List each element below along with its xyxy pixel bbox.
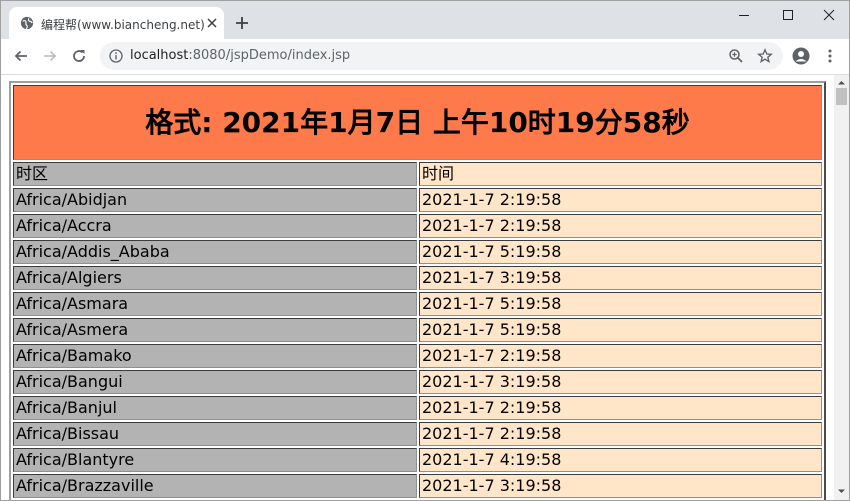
time-cell: 2021-1-7 3:19:58	[419, 370, 822, 394]
star-icon[interactable]	[757, 48, 773, 64]
url-path: :8080/jspDemo/index.jsp	[188, 48, 351, 63]
timezone-cell: Africa/Brazzaville	[13, 474, 417, 498]
maximize-icon[interactable]	[780, 7, 796, 23]
time-cell: 2021-1-7 5:19:58	[419, 292, 822, 316]
browser-tab[interactable]: 编程帮(www.biancheng.net)	[9, 7, 224, 39]
kebab-menu-icon[interactable]	[822, 48, 838, 64]
timezone-cell: Africa/Abidjan	[13, 188, 417, 212]
table-row: Africa/Addis_Ababa 2021-1-7 5:19:58	[13, 240, 822, 264]
time-cell: 2021-1-7 5:19:58	[419, 318, 822, 342]
timezone-cell: Africa/Banjul	[13, 396, 417, 420]
time-cell: 2021-1-7 3:19:58	[419, 266, 822, 290]
vertical-scrollbar[interactable]	[834, 75, 849, 500]
heading-row: 格式: 2021年1月7日 上午10时19分58秒	[13, 85, 822, 160]
page-viewport: 格式: 2021年1月7日 上午10时19分58秒 时区 时间 Africa/A…	[1, 75, 849, 500]
info-icon[interactable]	[109, 49, 123, 63]
table-row: Africa/Algiers 2021-1-7 3:19:58	[13, 266, 822, 290]
timezone-table: 格式: 2021年1月7日 上午10时19分58秒 时区 时间 Africa/A…	[9, 81, 826, 500]
table-row: Africa/Bissau 2021-1-7 2:19:58	[13, 422, 822, 446]
table-row: Africa/Brazzaville 2021-1-7 3:19:58	[13, 474, 822, 498]
globe-icon	[20, 16, 34, 30]
timezone-cell: Africa/Bamako	[13, 344, 417, 368]
url-text[interactable]: localhost:8080/jspDemo/index.jsp	[130, 48, 350, 63]
time-cell: 2021-1-7 5:19:58	[419, 240, 822, 264]
column-header-time: 时间	[419, 162, 822, 186]
table-row: Africa/Bamako 2021-1-7 2:19:58	[13, 344, 822, 368]
timezone-cell: Africa/Blantyre	[13, 448, 417, 472]
timezone-cell: Africa/Asmera	[13, 318, 417, 342]
time-cell: 2021-1-7 2:19:58	[419, 422, 822, 446]
table-row: Africa/Banjul 2021-1-7 2:19:58	[13, 396, 822, 420]
table-header-row: 时区 时间	[13, 162, 822, 186]
address-bar[interactable]: localhost:8080/jspDemo/index.jsp	[100, 42, 783, 70]
close-icon[interactable]	[205, 16, 219, 30]
browser-window: 编程帮(www.biancheng.net) localhost:8080/js…	[0, 0, 850, 501]
zoom-icon[interactable]	[728, 48, 744, 64]
time-cell: 2021-1-7 2:19:58	[419, 214, 822, 238]
time-cell: 2021-1-7 4:19:58	[419, 448, 822, 472]
scroll-up-icon[interactable]	[837, 78, 846, 87]
tab-title: 编程帮(www.biancheng.net)	[41, 18, 205, 32]
timezone-cell: Africa/Addis_Ababa	[13, 240, 417, 264]
minimize-icon[interactable]	[736, 7, 752, 23]
timezone-cell: Africa/Accra	[13, 214, 417, 238]
timezone-cell: Africa/Bangui	[13, 370, 417, 394]
column-header-zone: 时区	[13, 162, 417, 186]
timezone-cell: Africa/Algiers	[13, 266, 417, 290]
arrow-left-icon[interactable]	[13, 48, 29, 64]
plus-icon[interactable]	[234, 15, 250, 31]
table-row: Africa/Blantyre 2021-1-7 4:19:58	[13, 448, 822, 472]
table-row: Africa/Asmara 2021-1-7 5:19:58	[13, 292, 822, 316]
account-icon[interactable]	[792, 47, 810, 65]
table-row: Africa/Abidjan 2021-1-7 2:19:58	[13, 188, 822, 212]
page-content: 格式: 2021年1月7日 上午10时19分58秒 时区 时间 Africa/A…	[9, 81, 826, 500]
time-cell: 2021-1-7 2:19:58	[419, 344, 822, 368]
time-cell: 2021-1-7 2:19:58	[419, 188, 822, 212]
scroll-down-icon[interactable]	[837, 487, 846, 496]
window-close-icon[interactable]	[821, 7, 837, 23]
time-cell: 2021-1-7 2:19:58	[419, 396, 822, 420]
scroll-thumb[interactable]	[836, 88, 847, 105]
browser-toolbar: localhost:8080/jspDemo/index.jsp	[1, 39, 849, 75]
timezone-cell: Africa/Bissau	[13, 422, 417, 446]
table-row: Africa/Bangui 2021-1-7 3:19:58	[13, 370, 822, 394]
timezone-cell: Africa/Asmara	[13, 292, 417, 316]
reload-icon[interactable]	[71, 48, 87, 64]
url-host: localhost	[130, 48, 189, 63]
table-row: Africa/Accra 2021-1-7 2:19:58	[13, 214, 822, 238]
arrow-right-icon[interactable]	[42, 48, 58, 64]
page-heading: 格式: 2021年1月7日 上午10时19分58秒	[13, 85, 822, 160]
table-row: Africa/Asmera 2021-1-7 5:19:58	[13, 318, 822, 342]
time-cell: 2021-1-7 3:19:58	[419, 474, 822, 498]
tab-strip: 编程帮(www.biancheng.net)	[1, 1, 849, 39]
